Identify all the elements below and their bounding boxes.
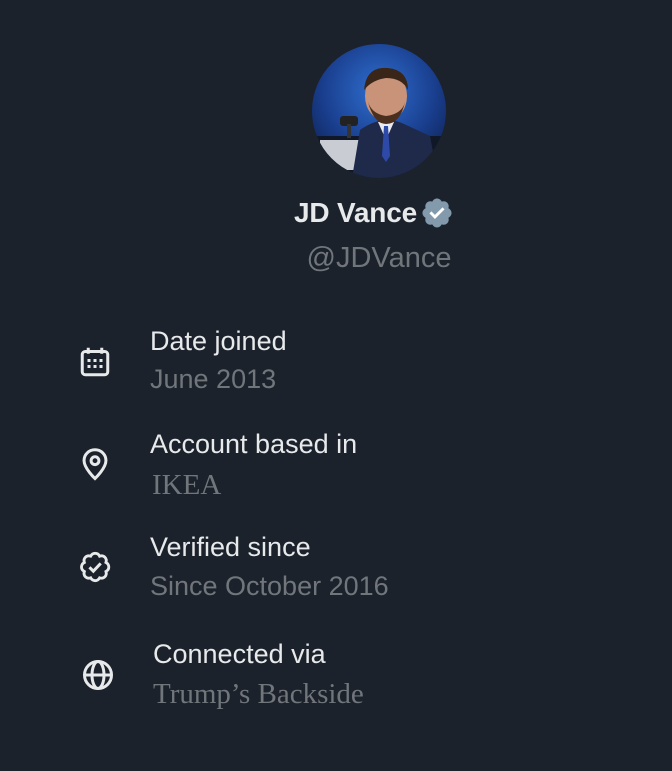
globe-icon — [80, 657, 116, 693]
profile-name: JD Vance — [294, 197, 417, 228]
about-item-value: Since October 2016 — [150, 571, 389, 601]
about-item-label: Verified since — [150, 532, 311, 562]
about-item-verified-since: Verified since Since October 2016 — [0, 529, 672, 619]
profile-name-row: JD Vance — [0, 196, 672, 230]
about-item-value: June 2013 — [150, 364, 277, 394]
profile-handle: @JDVance — [306, 242, 452, 274]
about-item-date-joined: Date joined June 2013 — [0, 322, 672, 412]
profile-avatar[interactable] — [312, 44, 446, 178]
about-item-label: Date joined — [150, 326, 287, 356]
about-item-account-based-in: Account based in IKEA — [0, 426, 672, 516]
location-pin-icon — [77, 446, 113, 482]
verified-badge-icon[interactable] — [420, 196, 454, 230]
about-item-connected-via: Connected via Trump’s Backside — [0, 636, 672, 726]
about-item-value: IKEA — [152, 469, 222, 501]
about-item-label: Connected via — [153, 639, 326, 669]
about-item-label: Account based in — [150, 429, 358, 459]
calendar-icon — [77, 344, 113, 380]
about-item-value: Trump’s Backside — [153, 678, 364, 710]
avatar-photo — [312, 44, 446, 178]
verified-badge-icon — [77, 549, 113, 585]
